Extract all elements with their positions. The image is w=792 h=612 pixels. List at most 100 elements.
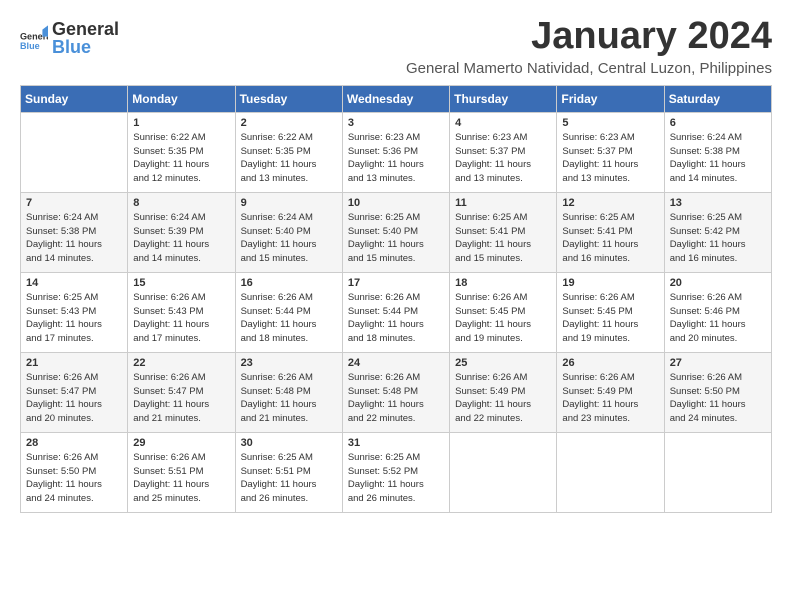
- day-number: 4: [455, 117, 551, 129]
- calendar-cell: 15 Sunrise: 6:26 AM Sunset: 5:43 PM Dayli…: [128, 272, 235, 352]
- day-number: 7: [26, 197, 122, 209]
- weekday-header-row: SundayMondayTuesdayWednesdayThursdayFrid…: [21, 85, 772, 112]
- weekday-header-thursday: Thursday: [450, 85, 557, 112]
- calendar-cell: 21 Sunrise: 6:26 AM Sunset: 5:47 PM Dayli…: [21, 352, 128, 432]
- day-number: 27: [670, 357, 766, 369]
- calendar-week-3: 14 Sunrise: 6:25 AM Sunset: 5:43 PM Dayli…: [21, 272, 772, 352]
- svg-text:Blue: Blue: [20, 41, 40, 51]
- logo-blue: Blue: [52, 38, 119, 56]
- calendar-cell: 10Sunrise: 6:25 AM Sunset: 5:40 PM Dayli…: [342, 192, 449, 272]
- day-info: Sunrise: 6:22 AM Sunset: 5:35 PM Dayligh…: [241, 131, 337, 186]
- day-number: 9: [241, 197, 337, 209]
- day-info: Sunrise: 6:23 AM Sunset: 5:36 PM Dayligh…: [348, 131, 444, 186]
- calendar-cell: 11Sunrise: 6:25 AM Sunset: 5:41 PM Dayli…: [450, 192, 557, 272]
- day-number: 22: [133, 357, 229, 369]
- calendar-cell: 27 Sunrise: 6:26 AM Sunset: 5:50 PM Dayli…: [664, 352, 771, 432]
- day-info: Sunrise: 6:26 AM Sunset: 5:49 PM Dayligh…: [562, 371, 658, 426]
- day-info: Sunrise: 6:25 AM Sunset: 5:41 PM Dayligh…: [562, 211, 658, 266]
- day-number: 26: [562, 357, 658, 369]
- calendar-cell: 17Sunrise: 6:26 AM Sunset: 5:44 PM Dayli…: [342, 272, 449, 352]
- month-title: January 2024: [406, 16, 772, 58]
- day-number: 25: [455, 357, 551, 369]
- calendar-table: SundayMondayTuesdayWednesdayThursdayFrid…: [20, 85, 772, 513]
- weekday-header-saturday: Saturday: [664, 85, 771, 112]
- day-number: 1: [133, 117, 229, 129]
- day-number: 15: [133, 277, 229, 289]
- day-info: Sunrise: 6:26 AM Sunset: 5:43 PM Dayligh…: [133, 291, 229, 346]
- day-number: 18: [455, 277, 551, 289]
- day-number: 21: [26, 357, 122, 369]
- calendar-cell: 16Sunrise: 6:26 AM Sunset: 5:44 PM Dayli…: [235, 272, 342, 352]
- calendar-cell: 31 Sunrise: 6:25 AM Sunset: 5:52 PM Dayli…: [342, 432, 449, 512]
- day-info: Sunrise: 6:25 AM Sunset: 5:42 PM Dayligh…: [670, 211, 766, 266]
- calendar-cell: 24 Sunrise: 6:26 AM Sunset: 5:48 PM Dayli…: [342, 352, 449, 432]
- day-info: Sunrise: 6:26 AM Sunset: 5:48 PM Dayligh…: [241, 371, 337, 426]
- calendar-cell: 1 Sunrise: 6:22 AM Sunset: 5:35 PM Daylig…: [128, 112, 235, 192]
- day-info: Sunrise: 6:24 AM Sunset: 5:40 PM Dayligh…: [241, 211, 337, 266]
- calendar-cell: 3 Sunrise: 6:23 AM Sunset: 5:36 PM Daylig…: [342, 112, 449, 192]
- calendar-cell: 5 Sunrise: 6:23 AM Sunset: 5:37 PM Daylig…: [557, 112, 664, 192]
- day-info: Sunrise: 6:23 AM Sunset: 5:37 PM Dayligh…: [455, 131, 551, 186]
- day-number: 3: [348, 117, 444, 129]
- calendar-cell: 6 Sunrise: 6:24 AM Sunset: 5:38 PM Daylig…: [664, 112, 771, 192]
- day-info: Sunrise: 6:25 AM Sunset: 5:52 PM Dayligh…: [348, 451, 444, 506]
- day-number: 2: [241, 117, 337, 129]
- day-info: Sunrise: 6:26 AM Sunset: 5:49 PM Dayligh…: [455, 371, 551, 426]
- logo-icon: General Blue: [20, 24, 48, 52]
- day-number: 6: [670, 117, 766, 129]
- calendar-cell: 30 Sunrise: 6:25 AM Sunset: 5:51 PM Dayli…: [235, 432, 342, 512]
- calendar-cell: 9 Sunrise: 6:24 AM Sunset: 5:40 PM Daylig…: [235, 192, 342, 272]
- calendar-cell: 12 Sunrise: 6:25 AM Sunset: 5:41 PM Dayli…: [557, 192, 664, 272]
- calendar-cell: 26 Sunrise: 6:26 AM Sunset: 5:49 PM Dayli…: [557, 352, 664, 432]
- calendar-cell: [664, 432, 771, 512]
- day-number: 11: [455, 197, 551, 209]
- day-number: 31: [348, 437, 444, 449]
- calendar-cell: [450, 432, 557, 512]
- day-info: Sunrise: 6:26 AM Sunset: 5:51 PM Dayligh…: [133, 451, 229, 506]
- day-info: Sunrise: 6:23 AM Sunset: 5:37 PM Dayligh…: [562, 131, 658, 186]
- calendar-cell: [21, 112, 128, 192]
- calendar-week-2: 7 Sunrise: 6:24 AM Sunset: 5:38 PM Daylig…: [21, 192, 772, 272]
- day-number: 17: [348, 277, 444, 289]
- logo-general: General: [52, 20, 119, 38]
- day-number: 29: [133, 437, 229, 449]
- day-number: 13: [670, 197, 766, 209]
- day-info: Sunrise: 6:24 AM Sunset: 5:38 PM Dayligh…: [670, 131, 766, 186]
- day-number: 23: [241, 357, 337, 369]
- day-info: Sunrise: 6:24 AM Sunset: 5:38 PM Dayligh…: [26, 211, 122, 266]
- calendar-week-1: 1 Sunrise: 6:22 AM Sunset: 5:35 PM Daylig…: [21, 112, 772, 192]
- calendar-cell: 2 Sunrise: 6:22 AM Sunset: 5:35 PM Daylig…: [235, 112, 342, 192]
- day-info: Sunrise: 6:26 AM Sunset: 5:45 PM Dayligh…: [455, 291, 551, 346]
- day-info: Sunrise: 6:24 AM Sunset: 5:39 PM Dayligh…: [133, 211, 229, 266]
- day-number: 30: [241, 437, 337, 449]
- day-number: 14: [26, 277, 122, 289]
- day-info: Sunrise: 6:26 AM Sunset: 5:50 PM Dayligh…: [670, 371, 766, 426]
- day-number: 28: [26, 437, 122, 449]
- calendar-cell: 22Sunrise: 6:26 AM Sunset: 5:47 PM Dayli…: [128, 352, 235, 432]
- day-info: Sunrise: 6:26 AM Sunset: 5:50 PM Dayligh…: [26, 451, 122, 506]
- day-info: Sunrise: 6:26 AM Sunset: 5:45 PM Dayligh…: [562, 291, 658, 346]
- day-number: 12: [562, 197, 658, 209]
- calendar-week-5: 28 Sunrise: 6:26 AM Sunset: 5:50 PM Dayli…: [21, 432, 772, 512]
- calendar-week-4: 21 Sunrise: 6:26 AM Sunset: 5:47 PM Dayli…: [21, 352, 772, 432]
- calendar-cell: 13 Sunrise: 6:25 AM Sunset: 5:42 PM Dayli…: [664, 192, 771, 272]
- day-number: 24: [348, 357, 444, 369]
- calendar-cell: 28 Sunrise: 6:26 AM Sunset: 5:50 PM Dayli…: [21, 432, 128, 512]
- day-number: 5: [562, 117, 658, 129]
- calendar-cell: 29 Sunrise: 6:26 AM Sunset: 5:51 PM Dayli…: [128, 432, 235, 512]
- weekday-header-tuesday: Tuesday: [235, 85, 342, 112]
- weekday-header-friday: Friday: [557, 85, 664, 112]
- day-info: Sunrise: 6:26 AM Sunset: 5:48 PM Dayligh…: [348, 371, 444, 426]
- title-block: January 2024 General Mamerto Natividad, …: [406, 16, 772, 77]
- day-info: Sunrise: 6:25 AM Sunset: 5:43 PM Dayligh…: [26, 291, 122, 346]
- day-info: Sunrise: 6:22 AM Sunset: 5:35 PM Dayligh…: [133, 131, 229, 186]
- day-number: 16: [241, 277, 337, 289]
- day-number: 20: [670, 277, 766, 289]
- calendar-cell: 19Sunrise: 6:26 AM Sunset: 5:45 PM Dayli…: [557, 272, 664, 352]
- weekday-header-sunday: Sunday: [21, 85, 128, 112]
- calendar-cell: 23 Sunrise: 6:26 AM Sunset: 5:48 PM Dayli…: [235, 352, 342, 432]
- weekday-header-monday: Monday: [128, 85, 235, 112]
- day-info: Sunrise: 6:26 AM Sunset: 5:47 PM Dayligh…: [26, 371, 122, 426]
- calendar-cell: [557, 432, 664, 512]
- day-info: Sunrise: 6:25 AM Sunset: 5:51 PM Dayligh…: [241, 451, 337, 506]
